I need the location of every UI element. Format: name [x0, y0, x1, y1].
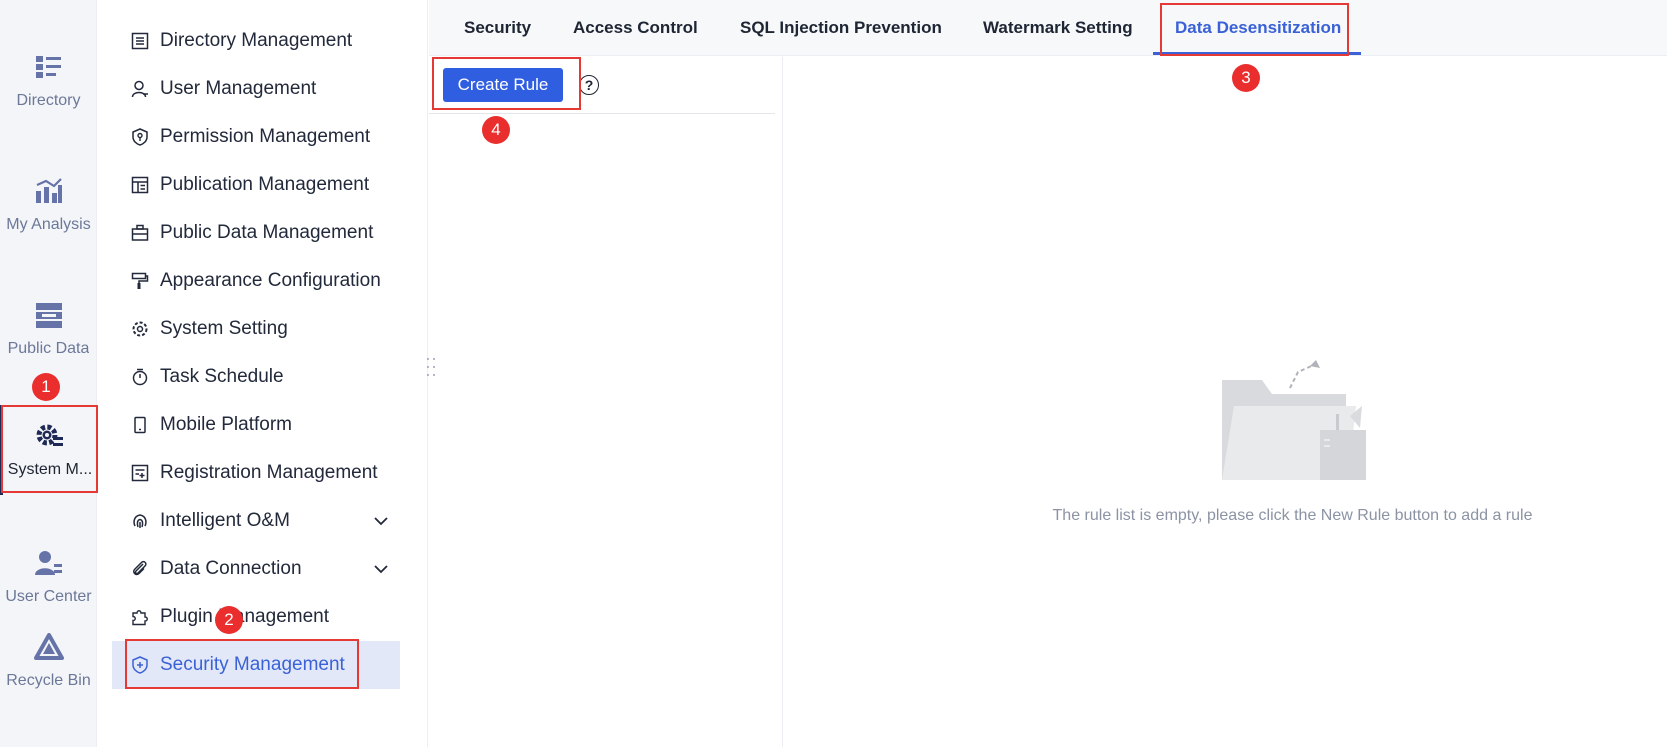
rail-label: User Center — [5, 588, 92, 605]
shield-plus-icon — [130, 655, 150, 675]
user-center-icon — [34, 548, 64, 578]
menu-item-label: User Management — [160, 78, 317, 99]
tab-sql-injection-prevention[interactable]: SQL Injection Prevention — [740, 0, 942, 56]
help-icon[interactable]: ? — [579, 75, 599, 95]
menu-item-appearance-configuration[interactable]: Appearance Configuration — [112, 257, 400, 305]
user-icon — [130, 79, 150, 99]
rail-label: System M... — [7, 461, 93, 478]
menu-item-user-management[interactable]: User Management — [112, 65, 400, 113]
chevron-down-icon[interactable] — [372, 560, 390, 578]
system-management-menu: Directory Management User Management Per… — [98, 0, 428, 747]
menu-item-data-connection[interactable]: Data Connection — [112, 545, 400, 593]
menu-item-public-data-management[interactable]: Public Data Management — [112, 209, 400, 257]
menu-item-label: Publication Management — [160, 174, 370, 195]
rail-item-recycle-bin[interactable]: Recycle Bin — [0, 616, 97, 706]
gear-icon — [130, 319, 150, 339]
resize-handle[interactable] — [425, 356, 437, 378]
rail-label: Directory — [16, 92, 81, 109]
menu-item-task-schedule[interactable]: Task Schedule — [112, 353, 400, 401]
rail-item-my-analysis[interactable]: My Analysis — [0, 160, 97, 250]
toolbar-divider — [429, 113, 775, 114]
tab-security[interactable]: Security — [464, 0, 531, 56]
rule-list-pane: Create Rule ? — [429, 57, 783, 747]
menu-item-plugin-management[interactable]: Plugin Management — [112, 593, 400, 641]
registration-icon — [130, 463, 150, 483]
annotation-badge: 3 — [1232, 64, 1260, 92]
menu-item-intelligent-om[interactable]: Intelligent O&M — [112, 497, 400, 545]
shield-key-icon — [130, 127, 150, 147]
rail-label: Public Data — [7, 340, 90, 357]
paperclip-icon — [130, 559, 150, 579]
menu-item-mobile-platform[interactable]: Mobile Platform — [112, 401, 400, 449]
fingerprint-icon — [130, 511, 150, 531]
menu-item-label: Permission Management — [160, 126, 371, 147]
tab-access-control[interactable]: Access Control — [573, 0, 698, 56]
rail-item-public-data[interactable]: Public Data — [0, 284, 97, 374]
briefcase-icon — [130, 223, 150, 243]
menu-item-label: Appearance Configuration — [160, 270, 381, 291]
system-gear-icon — [35, 421, 65, 451]
menu-item-label: Registration Management — [160, 462, 378, 483]
menu-item-label: Intelligent O&M — [160, 510, 290, 531]
rail-label: Recycle Bin — [6, 672, 91, 689]
annotation-badge: 1 — [32, 373, 60, 401]
tab-data-desensitization[interactable]: Data Desensitization — [1175, 0, 1341, 56]
menu-item-label: Public Data Management — [160, 222, 374, 243]
active-tab-indicator — [1153, 52, 1361, 55]
menu-item-label: Mobile Platform — [160, 414, 292, 435]
menu-item-security-management[interactable]: Security Management — [112, 641, 400, 689]
menu-item-publication-management[interactable]: Publication Management — [112, 161, 400, 209]
mobile-icon — [130, 415, 150, 435]
tab-watermark-setting[interactable]: Watermark Setting — [983, 0, 1133, 56]
menu-item-label: System Setting — [160, 318, 288, 339]
menu-item-permission-management[interactable]: Permission Management — [112, 113, 400, 161]
menu-item-label: Directory Management — [160, 30, 353, 51]
paint-roller-icon — [130, 271, 150, 291]
analysis-chart-icon — [34, 176, 64, 206]
empty-state-message: The rule list is empty, please click the… — [1052, 507, 1533, 524]
rail-label: My Analysis — [6, 216, 91, 233]
menu-item-directory-management[interactable]: Directory Management — [112, 17, 400, 65]
public-data-icon — [34, 300, 64, 330]
menu-item-system-setting[interactable]: System Setting — [112, 305, 400, 353]
menu-item-registration-management[interactable]: Registration Management — [112, 449, 400, 497]
rail-item-directory[interactable]: Directory — [0, 36, 97, 126]
directory-icon — [34, 52, 64, 82]
security-tabs: Security Access Control SQL Injection Pr… — [429, 0, 1667, 56]
list-icon — [130, 31, 150, 51]
menu-item-label: Task Schedule — [160, 366, 284, 387]
annotation-badge: 4 — [482, 116, 510, 144]
puzzle-icon — [130, 607, 150, 627]
rail-item-system-management[interactable]: System M... — [0, 405, 97, 495]
create-rule-button[interactable]: Create Rule — [443, 68, 563, 102]
empty-folder-illustration — [1216, 358, 1372, 484]
menu-item-label: Security Management — [160, 654, 345, 675]
annotation-badge: 2 — [215, 606, 243, 634]
recycle-bin-icon — [33, 632, 64, 662]
layout-icon — [130, 175, 150, 195]
chevron-down-icon[interactable] — [372, 512, 390, 530]
stopwatch-icon — [130, 367, 150, 387]
menu-item-label: Plugin Management — [160, 606, 329, 627]
menu-item-label: Data Connection — [160, 558, 302, 579]
rail-item-user-center[interactable]: User Center — [0, 532, 97, 622]
